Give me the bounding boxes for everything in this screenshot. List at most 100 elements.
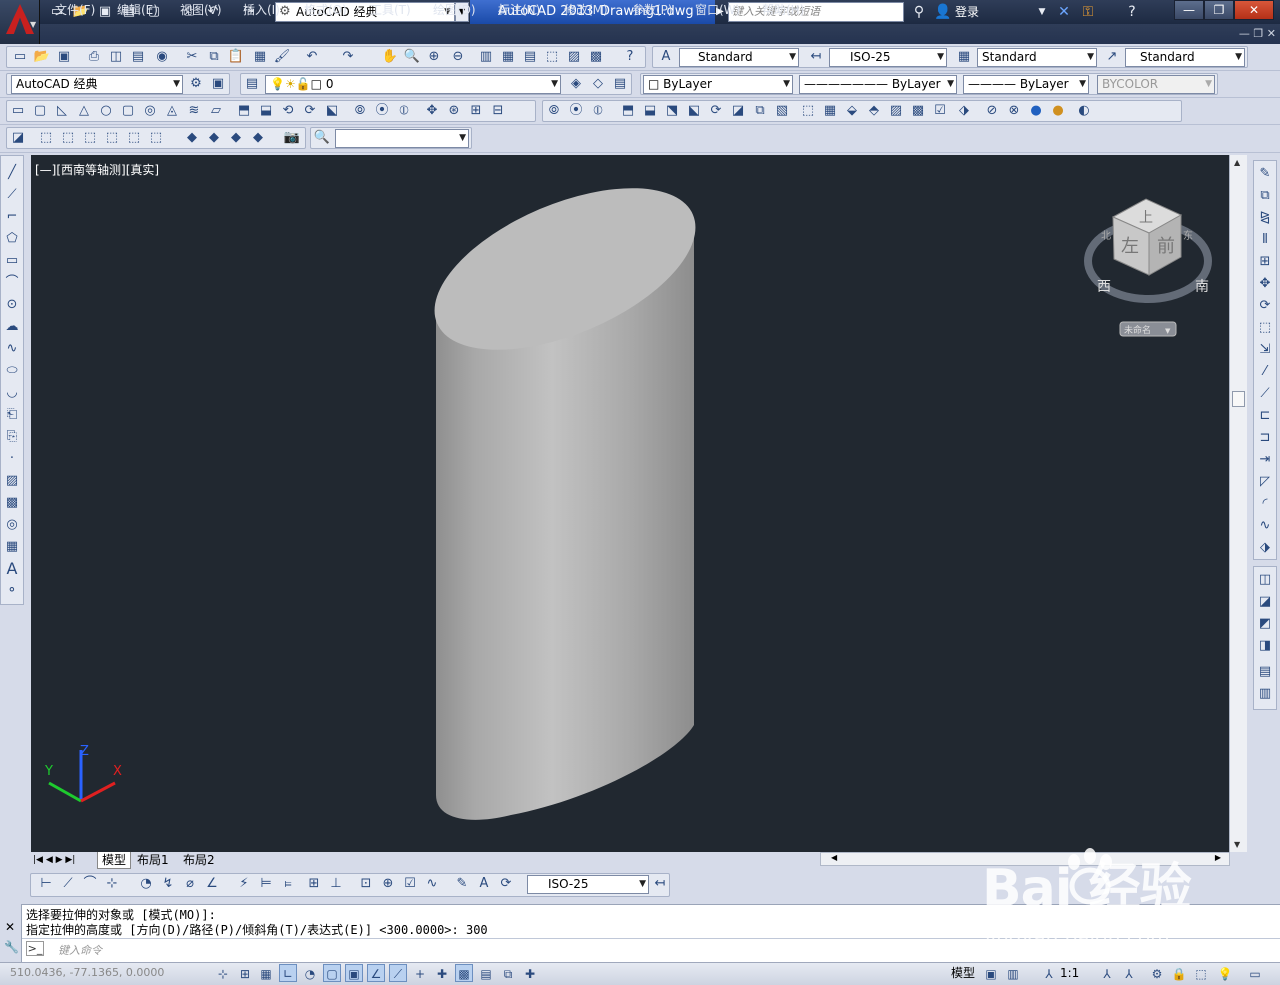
save-icon[interactable]: ▣ [55, 48, 73, 66]
aligned-dim-icon[interactable]: ⟋ [59, 875, 77, 893]
linear-dim-icon[interactable]: ⊢ [37, 875, 55, 893]
publish-icon[interactable]: ▤ [129, 48, 147, 66]
fillet-icon[interactable]: ◜ [1256, 495, 1274, 513]
help-icon[interactable]: ? [1122, 2, 1142, 22]
dim-style-icon[interactable]: ↤ [807, 48, 825, 66]
tab-layout1[interactable]: 布局1 [137, 852, 169, 868]
ordinate-icon[interactable]: ⊹ [103, 875, 121, 893]
back-view-icon[interactable]: ⬚ [147, 129, 165, 147]
tab-model[interactable]: 模型 [97, 852, 132, 869]
stretch-icon[interactable]: ⇲ [1256, 341, 1274, 359]
delete-faces-icon[interactable]: ⬕ [685, 102, 703, 120]
table-style-combo[interactable]: Standard ▼ [977, 48, 1097, 67]
taper-faces-icon[interactable]: ◪ [729, 102, 747, 120]
revision-cloud-icon[interactable]: ☁ [3, 318, 21, 336]
dim-text-edit-icon[interactable]: A [475, 875, 493, 893]
insert-block-icon[interactable]: ⎗ [3, 406, 21, 424]
visual-style-manager-icon[interactable]: ◐ [1075, 102, 1093, 120]
3d-align-icon[interactable]: ⊞ [467, 102, 485, 120]
rectangle-icon[interactable]: ▭ [3, 252, 21, 270]
save-icon[interactable]: ▣ [96, 3, 114, 21]
quick-view-layouts-icon[interactable]: ▣ [982, 964, 1000, 982]
continue-icon[interactable]: ⫢ [279, 875, 297, 893]
zoom-previous-icon[interactable]: ⊖ [449, 48, 467, 66]
dyn-icon[interactable]: + [411, 964, 429, 982]
bottom-view-icon[interactable]: ⬚ [59, 129, 77, 147]
restore-button[interactable]: ❐ [1204, 0, 1234, 20]
workspace-select[interactable]: AutoCAD 经典 ▼ [11, 75, 183, 94]
ducs-icon[interactable]: ⟋ [389, 964, 407, 982]
otrack-icon[interactable]: ∠ [367, 964, 385, 982]
quick-dim-icon[interactable]: ⚡ [235, 875, 253, 893]
ortho-icon[interactable]: ∟ [279, 964, 297, 982]
markup-icon[interactable]: ▨ [565, 48, 583, 66]
copy-faces-icon[interactable]: ⧉ [751, 102, 769, 120]
close-icon[interactable]: ✕ [5, 920, 15, 934]
3d-array-icon[interactable]: ⊟ [489, 102, 507, 120]
lock-ui-icon[interactable]: 🔒 [1170, 964, 1188, 982]
quick-properties-icon[interactable]: ▤ [477, 964, 495, 982]
cut-icon[interactable]: ✂ [183, 48, 201, 66]
jogged-linear-icon[interactable]: ∿ [423, 875, 441, 893]
menu-help[interactable]: 帮助(H) [762, 0, 804, 20]
text-style-icon[interactable]: A [657, 48, 675, 66]
auto-scale-icon[interactable]: ⅄ [1120, 964, 1138, 982]
viewcube-west[interactable]: 西 [1097, 279, 1111, 295]
close-button[interactable]: ✕ [1234, 0, 1274, 20]
3d-print-icon[interactable]: ◉ [153, 48, 171, 66]
chevron-down-icon[interactable]: ▼ [1035, 2, 1049, 22]
annotation-scale-icon[interactable]: ⅄ [1040, 964, 1058, 982]
helix-icon[interactable]: ≋ [185, 102, 203, 120]
dimension-style-icon[interactable]: ↤ [651, 875, 669, 893]
layer-previous-icon[interactable]: ◇ [589, 75, 607, 93]
new-icon[interactable]: ▭ [11, 48, 29, 66]
text-style-combo[interactable]: Standard ▼ [679, 48, 799, 67]
lineweight-combo[interactable]: ———— ByLayer ▼ [963, 75, 1089, 94]
join-icon[interactable]: ⇥ [1256, 451, 1274, 469]
loft-icon[interactable]: ⬕ [323, 102, 341, 120]
menu-edit[interactable]: 编辑(E) [117, 0, 158, 20]
intersect-icon[interactable]: ⦶ [589, 102, 607, 120]
vertical-scrollbar[interactable]: ▲ ▼ [1229, 155, 1247, 852]
zoom-realtime-icon[interactable]: 🔍 [403, 48, 421, 66]
extruded-cylinder[interactable] [412, 155, 719, 820]
visual-styles-icon[interactable]: ⬗ [955, 102, 973, 120]
gear-icon[interactable]: ⚙ [187, 75, 205, 93]
command-window-handle[interactable]: ✕ 🔧 [0, 904, 22, 962]
viewcube-top[interactable]: 上 [1139, 210, 1153, 226]
make-current-layer-icon[interactable]: ◈ [567, 75, 585, 93]
trim-icon[interactable]: ⁄ [1256, 363, 1274, 381]
menu-draw[interactable]: 绘图(D) [433, 0, 476, 20]
menu-dimension[interactable]: 标注(N) [498, 0, 540, 20]
erase-icon[interactable]: ✎ [1256, 165, 1274, 183]
jogged-icon[interactable]: ↯ [159, 875, 177, 893]
polyline-icon[interactable]: ⌐ [3, 208, 21, 226]
redo-icon[interactable]: ↷ [339, 48, 357, 66]
block-icon[interactable]: ▦ [251, 48, 269, 66]
presspull-icon[interactable]: ⬓ [257, 102, 275, 120]
lineweight-icon[interactable]: ✚ [433, 964, 451, 982]
dim-break-icon[interactable]: ⊥ [327, 875, 345, 893]
wedge-icon[interactable]: ◺ [53, 102, 71, 120]
torus-icon[interactable]: ◎ [141, 102, 159, 120]
annotation-monitor-icon[interactable]: ✚ [521, 964, 539, 982]
copy-icon[interactable]: ⧉ [205, 48, 223, 66]
sheet-set-icon[interactable]: ⬚ [543, 48, 561, 66]
extrude-icon[interactable]: ⬒ [235, 102, 253, 120]
rotate-faces-icon[interactable]: ⟳ [707, 102, 725, 120]
minimize-button[interactable]: — [1174, 0, 1204, 20]
baseline-icon[interactable]: ⊨ [257, 875, 275, 893]
drawing-viewport[interactable]: [—][西南等轴测][真实] Z Y X 上 左 前 西 南 北 东 未命名 ▼ [31, 155, 1229, 852]
menu-view[interactable]: 视图(V) [180, 0, 222, 20]
send-to-back-icon[interactable]: ◪ [1256, 593, 1274, 611]
document-window-controls[interactable]: — ❐ ✕ [1226, 24, 1280, 44]
extend-icon[interactable]: ⟋ [1256, 385, 1274, 403]
make-block-icon[interactable]: ⎘ [3, 428, 21, 446]
break-icon[interactable]: ⊐ [1256, 429, 1274, 447]
text-front-icon[interactable]: ▤ [1256, 663, 1274, 681]
color-combo[interactable]: □ ByLayer ▼ [643, 75, 793, 94]
inspect-icon[interactable]: ☑ [401, 875, 419, 893]
coordinates-display[interactable]: 510.0436, -77.1365, 0.0000 [10, 966, 164, 979]
scroll-left-icon[interactable]: ◀ [831, 853, 837, 862]
menu-tools[interactable]: 工具(T) [370, 0, 411, 20]
